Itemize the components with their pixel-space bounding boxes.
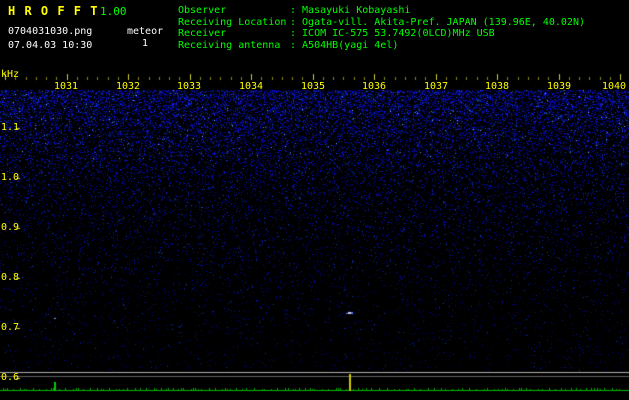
info-label: Receiver — [178, 28, 227, 39]
info-value: Ogata-vill. Akita-Pref. JAPAN (139.96E, … — [302, 16, 585, 28]
time-tick-label: 1035 — [300, 81, 326, 92]
time-tick-label: 1033 — [176, 81, 202, 92]
info-label: Receiving antenna — [178, 39, 281, 51]
info-label: Observer — [178, 5, 227, 16]
observation-datetime: 07.04.03 10:30 — [8, 40, 93, 51]
app-title: H R O F F T — [8, 4, 99, 18]
info-separator: : — [290, 5, 297, 16]
spectrogram-canvas — [0, 0, 629, 400]
info-row-location: Receiving Location : Ogata-vill. Akita-P… — [178, 17, 585, 29]
output-filename: 0704031030.png — [8, 26, 93, 37]
hrofft-output-image: H R O F F T 1.00 0704031030.png meteor 1… — [0, 0, 629, 400]
info-value: ICOM IC-575 53.7492(0LCD)MHz USB — [302, 28, 495, 39]
time-tick-label: 1032 — [115, 81, 141, 92]
time-tick-label: 1038 — [484, 81, 510, 92]
info-separator: : — [290, 16, 297, 28]
freq-tick-label: 0.7 — [1, 322, 20, 333]
freq-tick-label: 0.9 — [1, 222, 20, 233]
station-info: Observer : Masayuki Kobayashi Receiving … — [178, 5, 585, 51]
time-tick-label: 1037 — [423, 81, 449, 92]
time-tick-label: 1031 — [53, 81, 79, 92]
info-value: A504HB(yagi 4el) — [302, 39, 399, 51]
info-row-observer: Observer : Masayuki Kobayashi — [178, 5, 585, 17]
time-tick-label: 1034 — [238, 81, 264, 92]
info-separator: : — [290, 28, 297, 39]
freq-tick-label: 1.1 — [1, 122, 20, 133]
info-row-receiver: Receiver : ICOM IC-575 53.7492(0LCD)MHz … — [178, 28, 585, 40]
freq-tick-label: 0.8 — [1, 272, 20, 283]
info-label: Receiving Location — [178, 16, 287, 28]
app-version: 1.00 — [100, 5, 127, 18]
mode-label: meteor — [127, 26, 164, 37]
info-row-antenna: Receiving antenna : A504HB(yagi 4el) — [178, 40, 585, 52]
meteor-count: 1 — [142, 38, 149, 49]
time-tick-label: 1040 — [601, 81, 627, 92]
freq-tick-label: 1.0 — [1, 172, 20, 183]
info-separator: : — [290, 39, 297, 51]
time-tick-label: 1039 — [546, 81, 572, 92]
freq-unit-label: kHz — [1, 69, 20, 80]
freq-tick-label: 0.6 — [1, 372, 20, 383]
info-value: Masayuki Kobayashi — [302, 5, 411, 16]
time-tick-label: 1036 — [361, 81, 387, 92]
